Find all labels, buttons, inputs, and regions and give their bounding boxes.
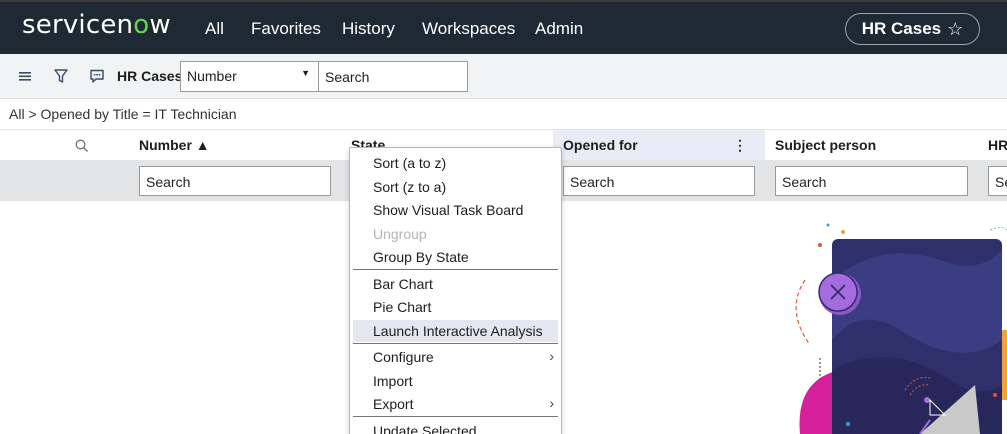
- menu-configure[interactable]: Configure ›: [353, 346, 558, 368]
- filter-icon[interactable]: [52, 67, 70, 85]
- column-opened-for[interactable]: Opened for ⋮: [553, 130, 765, 161]
- empty-state-illustration: [795, 223, 1007, 434]
- nav-history[interactable]: History: [342, 19, 395, 39]
- chevron-right-icon: ›: [549, 348, 554, 364]
- menu-separator: [353, 343, 558, 344]
- menu-launch-interactive-analysis[interactable]: Launch Interactive Analysis: [353, 320, 558, 342]
- list-title: HR Cases: [117, 68, 183, 84]
- nav-favorites[interactable]: Favorites: [251, 19, 321, 39]
- subject-person-filter-input[interactable]: Search: [775, 166, 968, 196]
- menu-export[interactable]: Export ›: [353, 393, 558, 415]
- chat-icon[interactable]: [88, 67, 106, 85]
- nav-admin[interactable]: Admin: [535, 19, 583, 39]
- context-favorite-button[interactable]: HR Cases ☆: [845, 13, 980, 45]
- column-opened-for-label: Opened for: [563, 137, 638, 153]
- menu-separator: [353, 269, 558, 270]
- menu-separator: [353, 416, 558, 417]
- list-toolbar: HR Cases Number ▼ Search: [0, 54, 1007, 99]
- context-label: HR Cases: [861, 19, 942, 38]
- search-field-value: Number: [187, 68, 237, 84]
- hamburger-menu-icon[interactable]: [16, 67, 34, 85]
- menu-bar-chart[interactable]: Bar Chart: [353, 273, 558, 295]
- top-navigation: servicenow All Favorites History Workspa…: [0, 0, 1007, 54]
- menu-ungroup: Ungroup: [373, 226, 427, 242]
- list-search-input[interactable]: Search: [318, 61, 468, 92]
- column-subject-person[interactable]: Subject person: [775, 130, 975, 161]
- menu-sort-z-to-a[interactable]: Sort (z to a): [353, 176, 558, 198]
- menu-pie-chart[interactable]: Pie Chart: [353, 296, 558, 318]
- number-filter-input[interactable]: Search: [139, 166, 331, 196]
- menu-configure-label: Configure: [373, 349, 434, 365]
- menu-group-by-state[interactable]: Group By State: [353, 246, 558, 268]
- star-icon[interactable]: ☆: [947, 19, 963, 40]
- search-field-select[interactable]: Number ▼: [180, 61, 319, 92]
- more-options-icon[interactable]: ⋮: [733, 137, 747, 154]
- menu-update-selected[interactable]: Update Selected: [353, 420, 558, 434]
- search-icon[interactable]: [74, 138, 90, 154]
- servicenow-logo[interactable]: servicenow: [22, 10, 171, 40]
- menu-import[interactable]: Import: [353, 370, 558, 392]
- menu-show-visual-task-board[interactable]: Show Visual Task Board: [353, 199, 558, 221]
- nav-workspaces[interactable]: Workspaces: [422, 19, 515, 39]
- opened-for-filter-input[interactable]: Search: [563, 166, 755, 196]
- menu-export-label: Export: [373, 396, 414, 412]
- column-hr[interactable]: HR: [988, 130, 1007, 161]
- nav-all[interactable]: All: [205, 19, 224, 39]
- menu-sort-a-to-z[interactable]: Sort (a to z): [353, 152, 558, 174]
- column-number[interactable]: Number ▲: [139, 130, 339, 161]
- column-context-menu: Sort (a to z) Sort (z to a) Show Visual …: [349, 147, 562, 434]
- breadcrumb[interactable]: All > Opened by Title = IT Technician: [9, 106, 237, 122]
- hr-filter-input[interactable]: Se: [988, 166, 1007, 196]
- chevron-right-icon: ›: [549, 395, 554, 411]
- chevron-down-icon: ▼: [301, 68, 310, 78]
